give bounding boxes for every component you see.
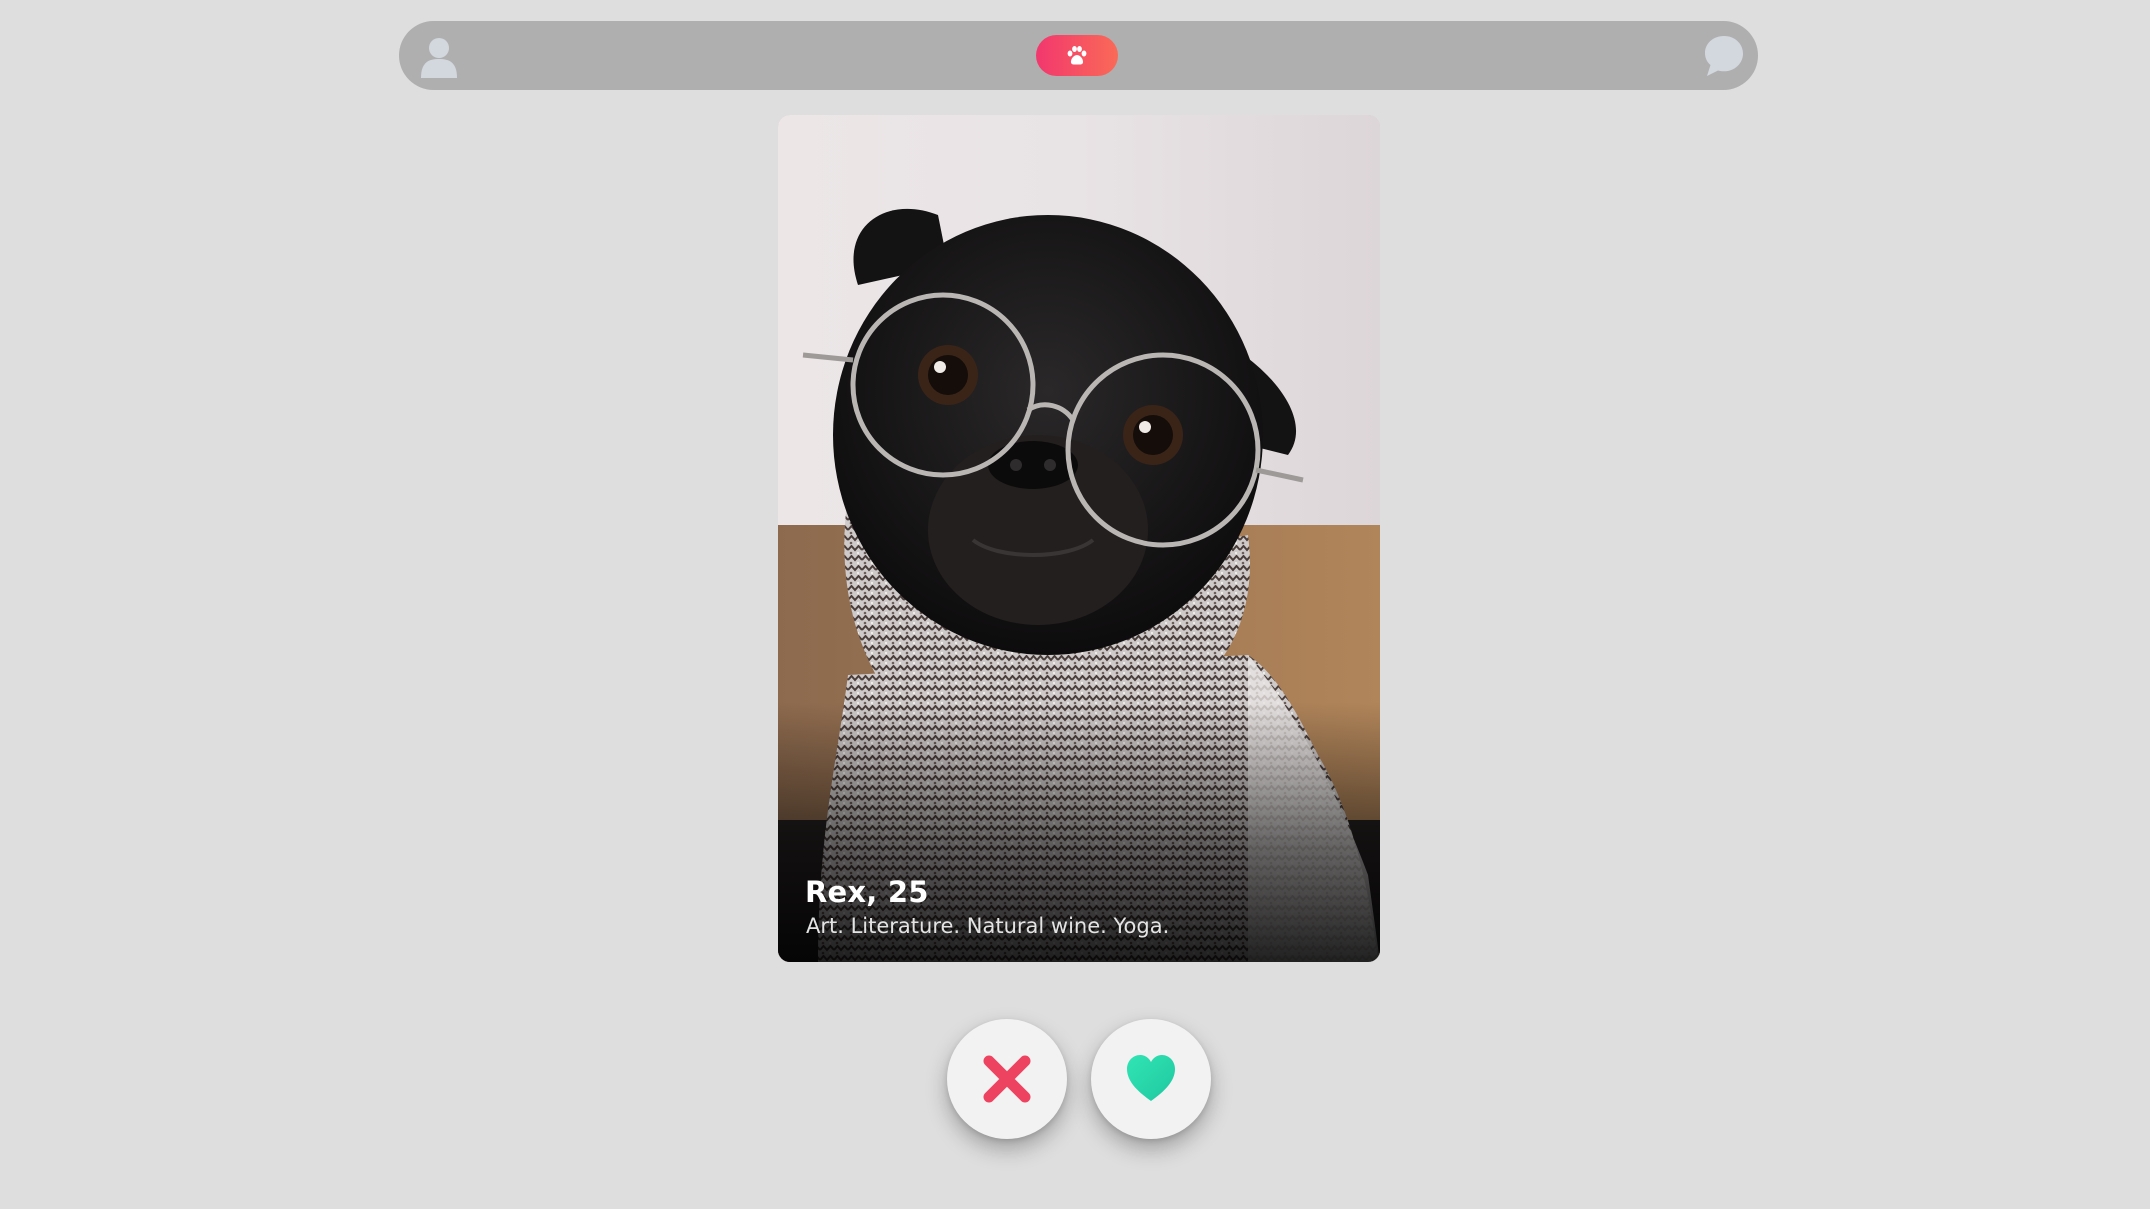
profile-name-age: Rex, 25 (805, 875, 929, 909)
profile-button[interactable] (415, 32, 463, 80)
nope-button[interactable] (947, 1019, 1067, 1139)
like-button[interactable] (1091, 1019, 1211, 1139)
paw-icon (1067, 46, 1087, 65)
chat-bubble-icon (1705, 36, 1743, 76)
heart-icon (1127, 1055, 1175, 1101)
user-icon (421, 38, 457, 78)
messages-button[interactable] (1701, 33, 1747, 79)
top-navigation-bar (399, 21, 1758, 90)
home-discover-button[interactable] (1036, 35, 1118, 76)
profile-bio: Art. Literature. Natural wine. Yoga. (806, 914, 1170, 938)
close-icon (983, 1055, 1031, 1103)
profile-card[interactable]: Rex, 25 Art. Literature. Natural wine. Y… (778, 115, 1380, 962)
